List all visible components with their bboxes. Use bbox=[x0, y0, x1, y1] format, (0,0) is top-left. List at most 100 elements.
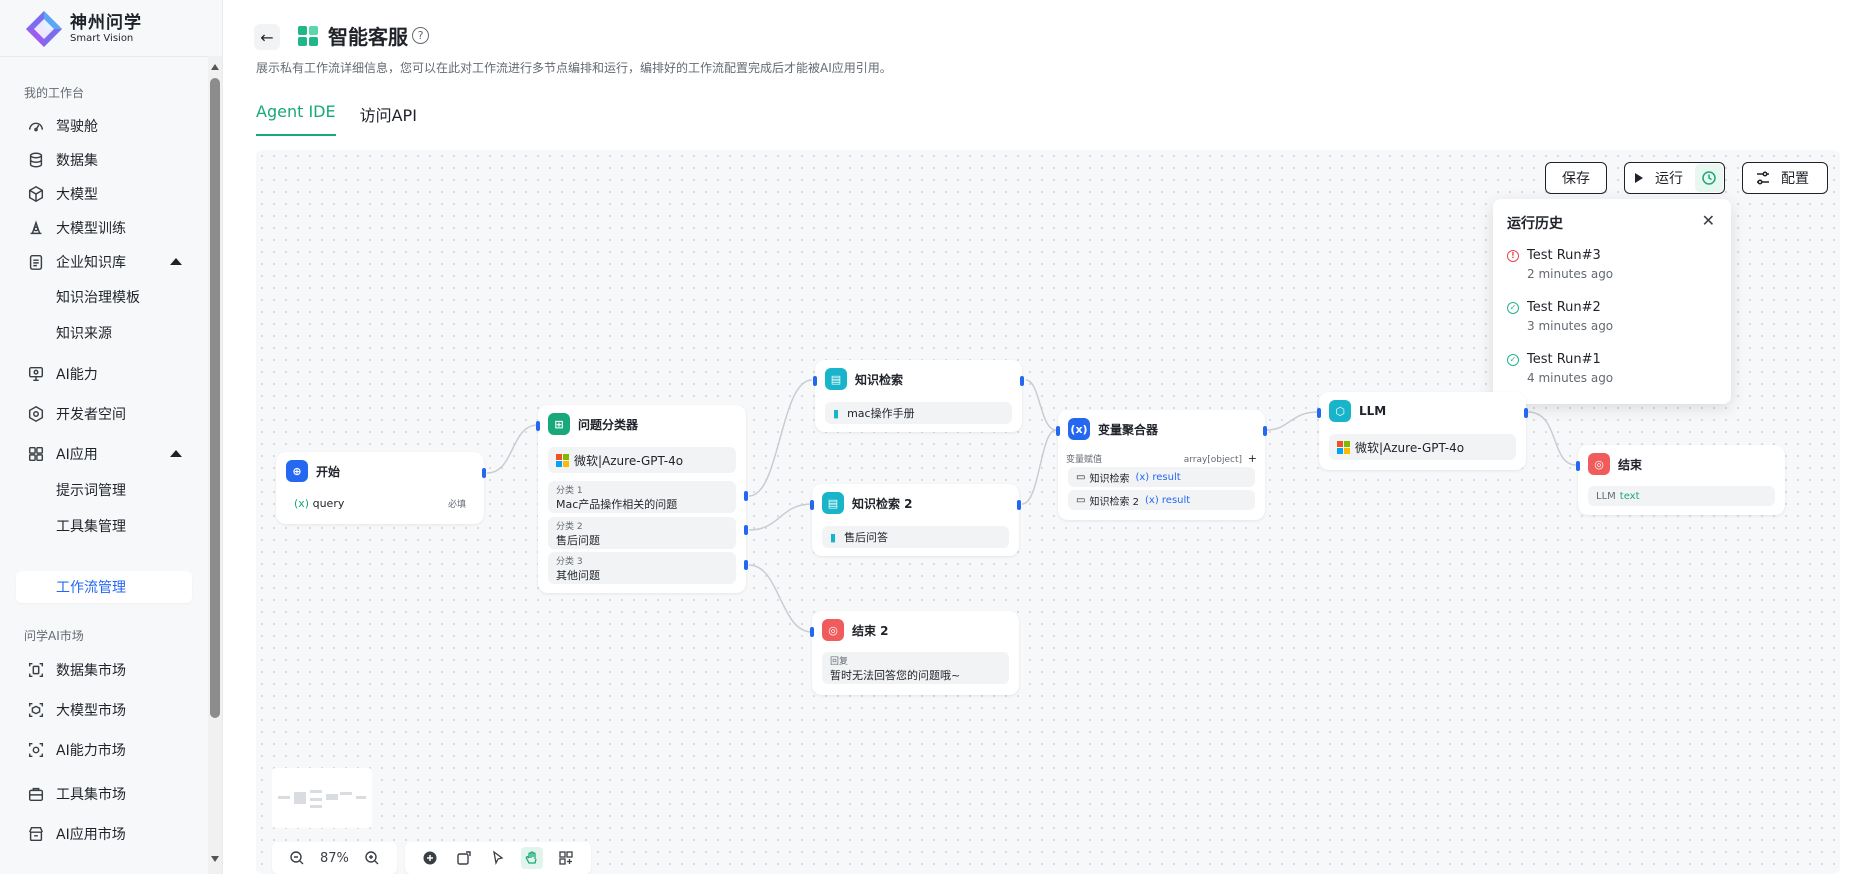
sidebar-item-toolset[interactable]: 工具集管理 bbox=[16, 510, 192, 542]
tab-agent-ide[interactable]: Agent IDE bbox=[256, 102, 336, 136]
microsoft-logo-icon bbox=[556, 453, 569, 467]
sidebar-item-label: 工具集市场 bbox=[56, 787, 126, 803]
history-item[interactable]: ✓ Test Run#2 3 minutes ago bbox=[1507, 300, 1613, 333]
clipboard-icon bbox=[26, 252, 46, 272]
variable-name: result bbox=[1152, 471, 1181, 483]
sidebar-item-ai-market[interactable]: AI能力市场 bbox=[16, 734, 192, 766]
output-port[interactable] bbox=[1020, 376, 1024, 386]
sidebar-item-ai-app[interactable]: AI应用 bbox=[16, 438, 192, 470]
input-port[interactable] bbox=[1056, 426, 1060, 436]
input-port[interactable] bbox=[810, 500, 814, 510]
help-icon[interactable]: ? bbox=[412, 27, 429, 44]
sidebar-item-dataset-market[interactable]: 数据集市场 bbox=[16, 654, 192, 686]
node-title: 知识检索 2 bbox=[852, 496, 913, 511]
add-node-icon[interactable] bbox=[419, 847, 441, 869]
apps-icon bbox=[26, 444, 46, 464]
input-port[interactable] bbox=[1576, 461, 1580, 471]
output-port[interactable] bbox=[744, 491, 748, 501]
history-item[interactable]: ✓ Test Run#1 4 minutes ago bbox=[1507, 352, 1613, 385]
sidebar-item-label: 大模型 bbox=[56, 187, 98, 203]
pointer-icon[interactable] bbox=[487, 847, 509, 869]
node-knowledge-retrieval-1[interactable]: ▤ 知识检索 ▮ mac操作手册 bbox=[813, 360, 1024, 432]
output-port[interactable] bbox=[744, 560, 748, 570]
add-variable-button[interactable]: + bbox=[1248, 452, 1257, 465]
sidebar-item-model-market[interactable]: 大模型市场 bbox=[16, 694, 192, 726]
model-market-icon bbox=[26, 700, 46, 720]
sidebar-item-ai-ability[interactable]: AI能力 bbox=[16, 358, 192, 390]
node-ref-icon: ▭ bbox=[1076, 494, 1086, 506]
arrow-left-icon: ← bbox=[260, 27, 274, 47]
class-item[interactable]: 分类 1 Mac产品操作相关的问题 bbox=[548, 481, 736, 513]
minimap[interactable] bbox=[272, 768, 372, 828]
auto-layout-icon[interactable] bbox=[555, 847, 577, 869]
sidebar-item-toolbox-market[interactable]: 工具集市场 bbox=[16, 778, 192, 810]
node-classifier[interactable]: ⊞ 问题分类器 微软|Azure-GPT-4o 分类 1 Mac产品操作相关的问题… bbox=[536, 405, 748, 593]
run-history-button[interactable] bbox=[1695, 164, 1723, 192]
node-start[interactable]: ⊕ 开始 (x) query 必填 bbox=[276, 452, 486, 524]
close-icon[interactable]: ✕ bbox=[1702, 211, 1715, 230]
node-knowledge-retrieval-2[interactable]: ▤ 知识检索 2 ▮ 售后问答 bbox=[810, 484, 1021, 556]
sidebar-item-workflow[interactable]: 工作流管理 bbox=[16, 571, 192, 603]
sidebar-item-label: 开发者空间 bbox=[56, 407, 126, 423]
sidebar-item-label: 大模型市场 bbox=[56, 703, 126, 719]
zoom-level: 87% bbox=[320, 850, 349, 866]
node-end-2[interactable]: ◎ 结束 2 回复 暂时无法回答您的问题哦~ bbox=[810, 611, 1019, 695]
sidebar-item-knowledge-source[interactable]: 知识来源 bbox=[16, 317, 192, 349]
output-port[interactable] bbox=[482, 468, 486, 478]
variable-name: result bbox=[1161, 494, 1191, 506]
input-port[interactable] bbox=[1317, 408, 1321, 418]
reply-label: 回复 bbox=[830, 656, 849, 667]
scroll-up-arrow-icon[interactable] bbox=[211, 64, 219, 70]
sidebar-item-knowledge[interactable]: 企业知识库 bbox=[16, 246, 192, 278]
sidebar-item-label: 大模型训练 bbox=[56, 221, 126, 237]
sidebar-item-prompt[interactable]: 提示词管理 bbox=[16, 474, 192, 506]
sidebar-item-label: 驾驶舱 bbox=[56, 119, 98, 135]
sidebar-item-dataset[interactable]: 数据集 bbox=[16, 144, 192, 176]
output-port[interactable] bbox=[1524, 408, 1528, 418]
class-item[interactable]: 分类 2 售后问题 bbox=[548, 517, 736, 549]
node-end[interactable]: ◎ 结束 LLM text bbox=[1576, 445, 1785, 515]
sidebar-item-training[interactable]: 大模型训练 bbox=[16, 212, 192, 244]
minimap-preview bbox=[278, 790, 366, 808]
classifier-icon: ⊞ bbox=[548, 413, 570, 435]
output-port[interactable] bbox=[744, 525, 748, 535]
zoom-in-icon[interactable] bbox=[361, 847, 383, 869]
sidebar-item-knowledge-template[interactable]: 知识治理模板 bbox=[16, 281, 192, 313]
sidebar-item-model[interactable]: 大模型 bbox=[16, 178, 192, 210]
cube-icon: ⬡ bbox=[1329, 400, 1351, 422]
node-variable-aggregator[interactable]: (x) 变量聚合器 变量赋值 array[object] + ▭ 知识检索 (x)… bbox=[1056, 410, 1267, 520]
input-port[interactable] bbox=[813, 376, 817, 386]
end-icon: ◎ bbox=[822, 619, 844, 641]
run-button[interactable]: 运行 bbox=[1624, 162, 1725, 194]
tab-access-api[interactable]: 访问API bbox=[360, 102, 417, 136]
sidebar-item-dev-space[interactable]: 开发者空间 bbox=[16, 398, 192, 430]
save-button[interactable]: 保存 bbox=[1545, 162, 1607, 194]
variable-name: text bbox=[1619, 490, 1640, 502]
run-time: 4 minutes ago bbox=[1527, 371, 1614, 385]
input-port[interactable] bbox=[536, 421, 540, 431]
workflow-app-icon bbox=[298, 26, 318, 46]
output-port[interactable] bbox=[1017, 500, 1021, 510]
scroll-down-arrow-icon[interactable] bbox=[211, 856, 219, 862]
collapse-caret-icon[interactable] bbox=[170, 258, 182, 265]
collapse-caret-icon[interactable] bbox=[170, 450, 182, 457]
add-note-icon[interactable] bbox=[453, 847, 475, 869]
node-llm[interactable]: ⬡ LLM 微软|Azure-GPT-4o bbox=[1317, 392, 1528, 470]
sidebar-item-label: AI应用市场 bbox=[56, 827, 126, 843]
sidebar-item-app-market[interactable]: AI应用市场 bbox=[16, 818, 192, 850]
sidebar-item-dashboard[interactable]: 驾驶舱 bbox=[16, 110, 192, 142]
brand-logo[interactable]: 神州问学 Smart Vision bbox=[24, 8, 142, 50]
config-button[interactable]: 配置 bbox=[1742, 162, 1828, 194]
back-button[interactable]: ← bbox=[254, 24, 280, 50]
zoom-out-icon[interactable] bbox=[286, 847, 308, 869]
play-icon bbox=[1635, 173, 1643, 183]
tool-controls bbox=[404, 842, 591, 874]
output-port[interactable] bbox=[1263, 426, 1267, 436]
history-item[interactable]: ! Test Run#3 2 minutes ago bbox=[1507, 248, 1613, 281]
hand-icon[interactable] bbox=[520, 847, 543, 869]
start-variable: query bbox=[312, 496, 345, 510]
scroll-thumb[interactable] bbox=[210, 78, 220, 718]
input-port[interactable] bbox=[810, 627, 814, 637]
sidebar-scrollbar[interactable] bbox=[208, 56, 222, 874]
class-item[interactable]: 分类 3 其他问题 bbox=[548, 552, 736, 584]
